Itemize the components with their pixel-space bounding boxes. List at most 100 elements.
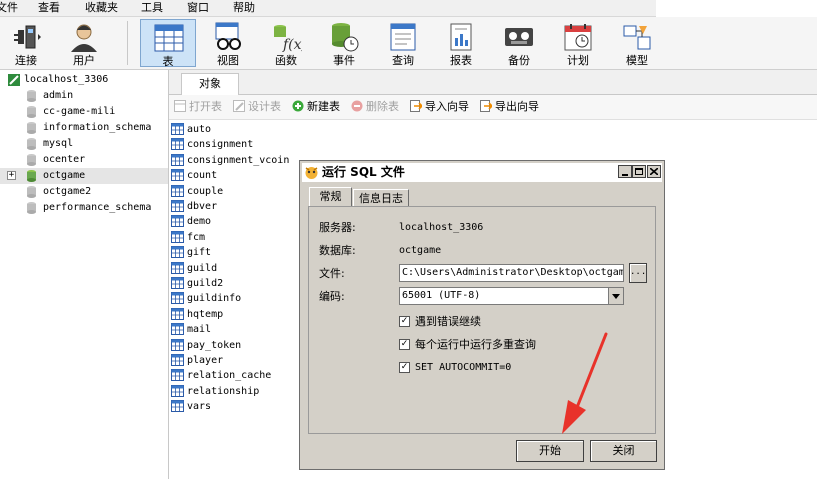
close-window-button[interactable] <box>647 165 661 178</box>
table-item-label: couple <box>187 185 224 197</box>
function-icon: f(x) <box>274 25 302 52</box>
table-item-label: guildinfo <box>187 293 242 305</box>
toolbar-label: 表 <box>162 55 174 68</box>
open-table-button[interactable]: 打开表 <box>174 99 222 115</box>
database-label: 数据库: <box>319 244 356 257</box>
minimize-button[interactable] <box>618 165 632 178</box>
close-button[interactable]: 关闭 <box>590 440 657 462</box>
design-table-icon <box>233 100 245 112</box>
open-table-label: 打开表 <box>189 100 222 113</box>
toolbar-function-button[interactable]: f(x) 函数 <box>258 19 314 67</box>
menu-file[interactable]: 文件 <box>0 1 18 15</box>
menu-window[interactable]: 窗口 <box>187 1 209 15</box>
toolbar-label: 连接 <box>15 54 37 67</box>
table-icon <box>171 277 184 289</box>
toolbar-label: 模型 <box>626 54 648 67</box>
table-icon <box>171 230 184 243</box>
table-icon <box>171 384 184 397</box>
toolbar-schedule-button[interactable]: 计划 <box>550 19 606 67</box>
database-icon <box>27 170 36 182</box>
table-icon <box>171 261 184 274</box>
backup-tape-icon <box>505 28 533 46</box>
close-icon <box>650 168 658 175</box>
file-path-field[interactable]: C:\Users\Administrator\Desktop\octgame.s… <box>399 264 624 282</box>
toolbar-separator <box>127 21 128 65</box>
query-icon <box>390 23 416 51</box>
table-icon <box>171 307 184 320</box>
chevron-down-icon[interactable] <box>608 288 623 304</box>
export-wizard-icon <box>480 100 492 112</box>
design-table-button[interactable]: 设计表 <box>233 99 281 115</box>
database-value: octgame <box>399 245 442 256</box>
tab-message-log[interactable]: 信息日志 <box>353 189 409 207</box>
tab-objects[interactable]: 对象 <box>181 73 239 95</box>
import-wizard-icon <box>410 100 422 112</box>
export-wizard-button[interactable]: 导出向导 <box>480 99 539 115</box>
table-item-label: count <box>187 170 218 182</box>
encoding-label: 编码: <box>319 290 345 303</box>
table-item-label: hqtemp <box>187 308 224 320</box>
start-button[interactable]: 开始 <box>516 440 584 462</box>
table-item-label: demo <box>187 216 212 228</box>
database-icon <box>27 122 36 134</box>
toolbar-model-button[interactable]: 模型 <box>609 19 665 67</box>
tree-db-octgame[interactable]: + octgame <box>0 168 168 184</box>
table-icon <box>171 354 184 366</box>
toolbar-user-button[interactable]: 用户 <box>56 19 112 67</box>
svg-text:f(x): f(x) <box>282 37 302 52</box>
menu-favorites[interactable]: 收藏夹 <box>85 1 118 15</box>
checkmark-icon: ✓ <box>399 362 410 373</box>
table-icon <box>154 24 184 52</box>
table-item-label: dbver <box>187 201 218 212</box>
delete-table-icon <box>351 100 363 112</box>
delete-table-button[interactable]: 删除表 <box>351 99 399 115</box>
menu-view[interactable]: 查看 <box>38 1 60 15</box>
import-wizard-button[interactable]: 导入向导 <box>410 99 469 115</box>
toolbar-query-button[interactable]: 查询 <box>375 19 431 67</box>
tree-db-label: ocenter <box>43 154 86 165</box>
table-icon <box>171 138 184 151</box>
toolbar-connect-button[interactable]: 连接 <box>0 19 54 67</box>
database-icon <box>27 202 36 214</box>
table-item-label: pay_token <box>187 339 242 351</box>
maximize-button[interactable] <box>632 165 646 178</box>
plug-connect-icon <box>14 25 41 49</box>
new-table-button[interactable]: 新建表 <box>292 99 340 115</box>
design-table-label: 设计表 <box>248 100 281 113</box>
table-item-label: relationship <box>187 385 260 397</box>
toolbar-label: 查询 <box>392 54 414 67</box>
tab-general[interactable]: 常规 <box>309 187 352 207</box>
file-label: 文件: <box>319 267 345 280</box>
checkbox-label: 每个运行中运行多重查询 <box>415 338 536 351</box>
checkbox-label: SET AUTOCOMMIT=0 <box>415 362 512 373</box>
browse-file-button[interactable]: ... <box>629 263 647 283</box>
menu-tools[interactable]: 工具 <box>141 1 163 15</box>
report-icon <box>450 23 472 51</box>
toolbar-view-button[interactable]: 视图 <box>200 19 256 67</box>
table-item-label: guild <box>187 262 218 274</box>
toolbar-table-button[interactable]: 表 <box>140 19 196 68</box>
tree-db-label: admin <box>43 90 74 101</box>
table-icon <box>171 292 184 305</box>
toolbar-label: 函数 <box>275 54 297 67</box>
calendar-icon <box>564 24 592 51</box>
new-table-label: 新建表 <box>307 100 340 113</box>
export-wizard-label: 导出向导 <box>495 100 539 113</box>
server-label: 服务器: <box>319 221 356 234</box>
checkmark-icon: ✓ <box>399 339 410 350</box>
table-item-label: fcm <box>187 231 206 243</box>
tree-db-label: information_schema <box>43 122 152 133</box>
toolbar-backup-button[interactable]: 备份 <box>491 19 547 67</box>
model-icon <box>623 25 651 50</box>
toolbar-label: 报表 <box>450 54 472 67</box>
tree-db-label: performance_schema <box>43 202 152 213</box>
user-icon <box>71 24 97 52</box>
menu-help[interactable]: 帮助 <box>233 1 255 15</box>
toolbar-event-button[interactable]: 事件 <box>316 19 372 67</box>
toolbar-report-button[interactable]: 报表 <box>433 19 489 67</box>
encoding-select[interactable]: 65001 (UTF-8) <box>399 287 624 305</box>
dialog-title-bar[interactable]: 运行 SQL 文件 <box>302 163 662 182</box>
dialog-title: 运行 SQL 文件 <box>322 165 405 179</box>
table-item-label: player <box>187 355 224 366</box>
tree-expand-icon[interactable]: + <box>7 171 16 180</box>
